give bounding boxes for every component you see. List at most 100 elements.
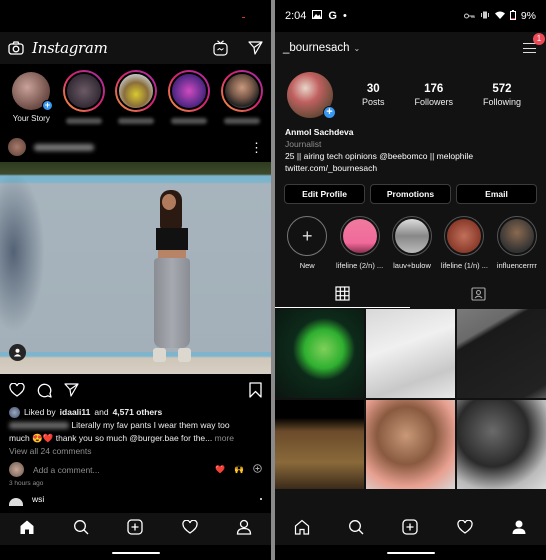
nav-search-icon[interactable]: [348, 519, 364, 540]
highlight-cover: [499, 219, 534, 253]
camera-icon[interactable]: [8, 41, 24, 55]
grid-post[interactable]: [275, 309, 364, 398]
profile-tabs: [275, 278, 546, 308]
comment-icon[interactable]: [37, 383, 52, 398]
grid-post[interactable]: [275, 400, 364, 489]
nav-home-icon[interactable]: [19, 519, 35, 540]
add-comment-row: Add a comment... ❤️ 🙌: [0, 458, 271, 477]
email-button[interactable]: Email: [456, 184, 537, 204]
posts-grid: [275, 309, 546, 489]
current-user-avatar: [9, 462, 24, 477]
followers-count: 176: [424, 83, 444, 95]
post-subject: [148, 190, 196, 370]
bottom-nav: [0, 513, 271, 560]
profile-bio: Anmol Sachdeva Journalist 25 || airing t…: [275, 118, 546, 174]
gesture-bar[interactable]: [386, 552, 435, 554]
add-story-icon[interactable]: +: [323, 106, 336, 119]
story-avatar: [222, 72, 261, 110]
view-all-comments-link[interactable]: View all 24 comments: [9, 445, 262, 458]
status-bar: [0, 0, 271, 32]
story-avatar: [117, 72, 156, 110]
story-label-blurred: [223, 118, 260, 124]
followers-label: Followers: [414, 97, 453, 107]
story-avatar: [64, 72, 103, 110]
post-image[interactable]: [0, 162, 271, 374]
promotions-button[interactable]: Promotions: [370, 184, 451, 204]
post-timestamp: 3 hours ago: [9, 480, 44, 487]
vibrate-icon: [480, 10, 490, 22]
story-item[interactable]: [218, 70, 265, 124]
post-author-name-blurred[interactable]: [34, 143, 94, 151]
bookmark-icon[interactable]: [249, 382, 262, 398]
highlight-item[interactable]: lifeline (1/n) ...: [440, 216, 488, 270]
bio-link[interactable]: twitter.com/_bournesach: [285, 162, 536, 174]
nav-home-icon[interactable]: [294, 519, 310, 540]
nav-new-post-icon[interactable]: [402, 518, 419, 540]
tree-shadow: [0, 172, 45, 332]
chevron-down-icon[interactable]: ⌄: [354, 44, 361, 53]
direct-message-icon[interactable]: [248, 41, 263, 55]
likes-count[interactable]: 4,571 others: [113, 406, 163, 419]
highlight-cover: [342, 219, 377, 253]
nav-search-icon[interactable]: [73, 519, 89, 540]
grid-post[interactable]: [366, 400, 455, 489]
stat-followers[interactable]: 176 Followers: [414, 83, 453, 107]
caption-more-link[interactable]: more: [215, 433, 234, 443]
nav-profile-icon[interactable]: [511, 519, 527, 540]
feed-top-bar: Instagram: [0, 32, 271, 64]
stat-posts[interactable]: 30 Posts: [362, 83, 385, 107]
stat-following[interactable]: 572 Following: [483, 83, 521, 107]
nav-profile-icon[interactable]: [236, 519, 252, 540]
liker-avatar: [9, 407, 20, 418]
profile-stats: 30 Posts 176 Followers 572 Following: [347, 83, 536, 107]
grid-post[interactable]: [457, 309, 546, 398]
nav-new-post-icon[interactable]: [127, 518, 144, 540]
next-post-username[interactable]: wsi: [32, 494, 44, 504]
highlight-item[interactable]: influencerrrr: [493, 216, 541, 270]
menu-button[interactable]: 1: [522, 33, 545, 55]
grid-post[interactable]: [366, 309, 455, 398]
edit-profile-button[interactable]: Edit Profile: [284, 184, 365, 204]
highlight-item[interactable]: lauv+bulow: [388, 216, 436, 270]
next-post-more-icon[interactable]: [260, 498, 262, 500]
grid-post[interactable]: [457, 400, 546, 489]
story-avatar: [170, 72, 209, 110]
quick-reaction-heart[interactable]: ❤️: [215, 465, 225, 474]
liked-by-and: and: [94, 407, 109, 417]
tagged-users-icon[interactable]: [9, 344, 26, 361]
highlight-new[interactable]: + New: [283, 216, 331, 270]
quick-reaction-raised-hands[interactable]: 🙌: [234, 465, 244, 474]
gesture-bar[interactable]: [111, 552, 160, 554]
igtv-icon[interactable]: [213, 40, 228, 56]
story-item[interactable]: [113, 70, 160, 124]
vpn-key-icon: [463, 10, 475, 22]
profile-avatar[interactable]: +: [287, 72, 336, 119]
share-icon[interactable]: [64, 383, 79, 397]
likes-line[interactable]: Liked by idaali11 and 4,571 others: [9, 406, 262, 419]
caption-line-1: Literally my fav pants I wear them way t…: [71, 420, 230, 430]
notification-badge: 1: [533, 33, 545, 45]
profile-header: + 30 Posts 176 Followers 572 Following: [275, 64, 546, 119]
more-options-icon[interactable]: ⋮: [250, 141, 263, 154]
tab-grid[interactable]: [275, 278, 411, 308]
story-item[interactable]: [61, 70, 108, 124]
post-author-avatar[interactable]: [8, 138, 26, 156]
tab-tagged[interactable]: [411, 278, 546, 308]
following-label: Following: [482, 97, 521, 107]
account-switcher[interactable]: _bournesach: [283, 42, 350, 54]
profile-name: Anmol Sachdeva: [285, 127, 354, 137]
nav-activity-icon[interactable]: [456, 519, 473, 539]
story-item[interactable]: [166, 70, 213, 124]
nav-activity-icon[interactable]: [181, 519, 198, 539]
more-reactions-icon[interactable]: [253, 464, 262, 475]
liked-by-user[interactable]: idaali11: [60, 406, 91, 419]
next-post-avatar[interactable]: [9, 498, 23, 506]
like-icon[interactable]: [9, 383, 25, 397]
story-own[interactable]: + Your Story: [8, 70, 55, 124]
google-notification-icon: G: [328, 10, 337, 22]
add-story-icon[interactable]: +: [42, 100, 53, 111]
caption-author-blurred[interactable]: [9, 422, 69, 430]
highlight-item[interactable]: lifeline (2/n) ...: [335, 216, 383, 270]
highlight-label: lifeline (2/n) ...: [336, 261, 384, 270]
add-comment-input[interactable]: Add a comment...: [33, 465, 100, 475]
